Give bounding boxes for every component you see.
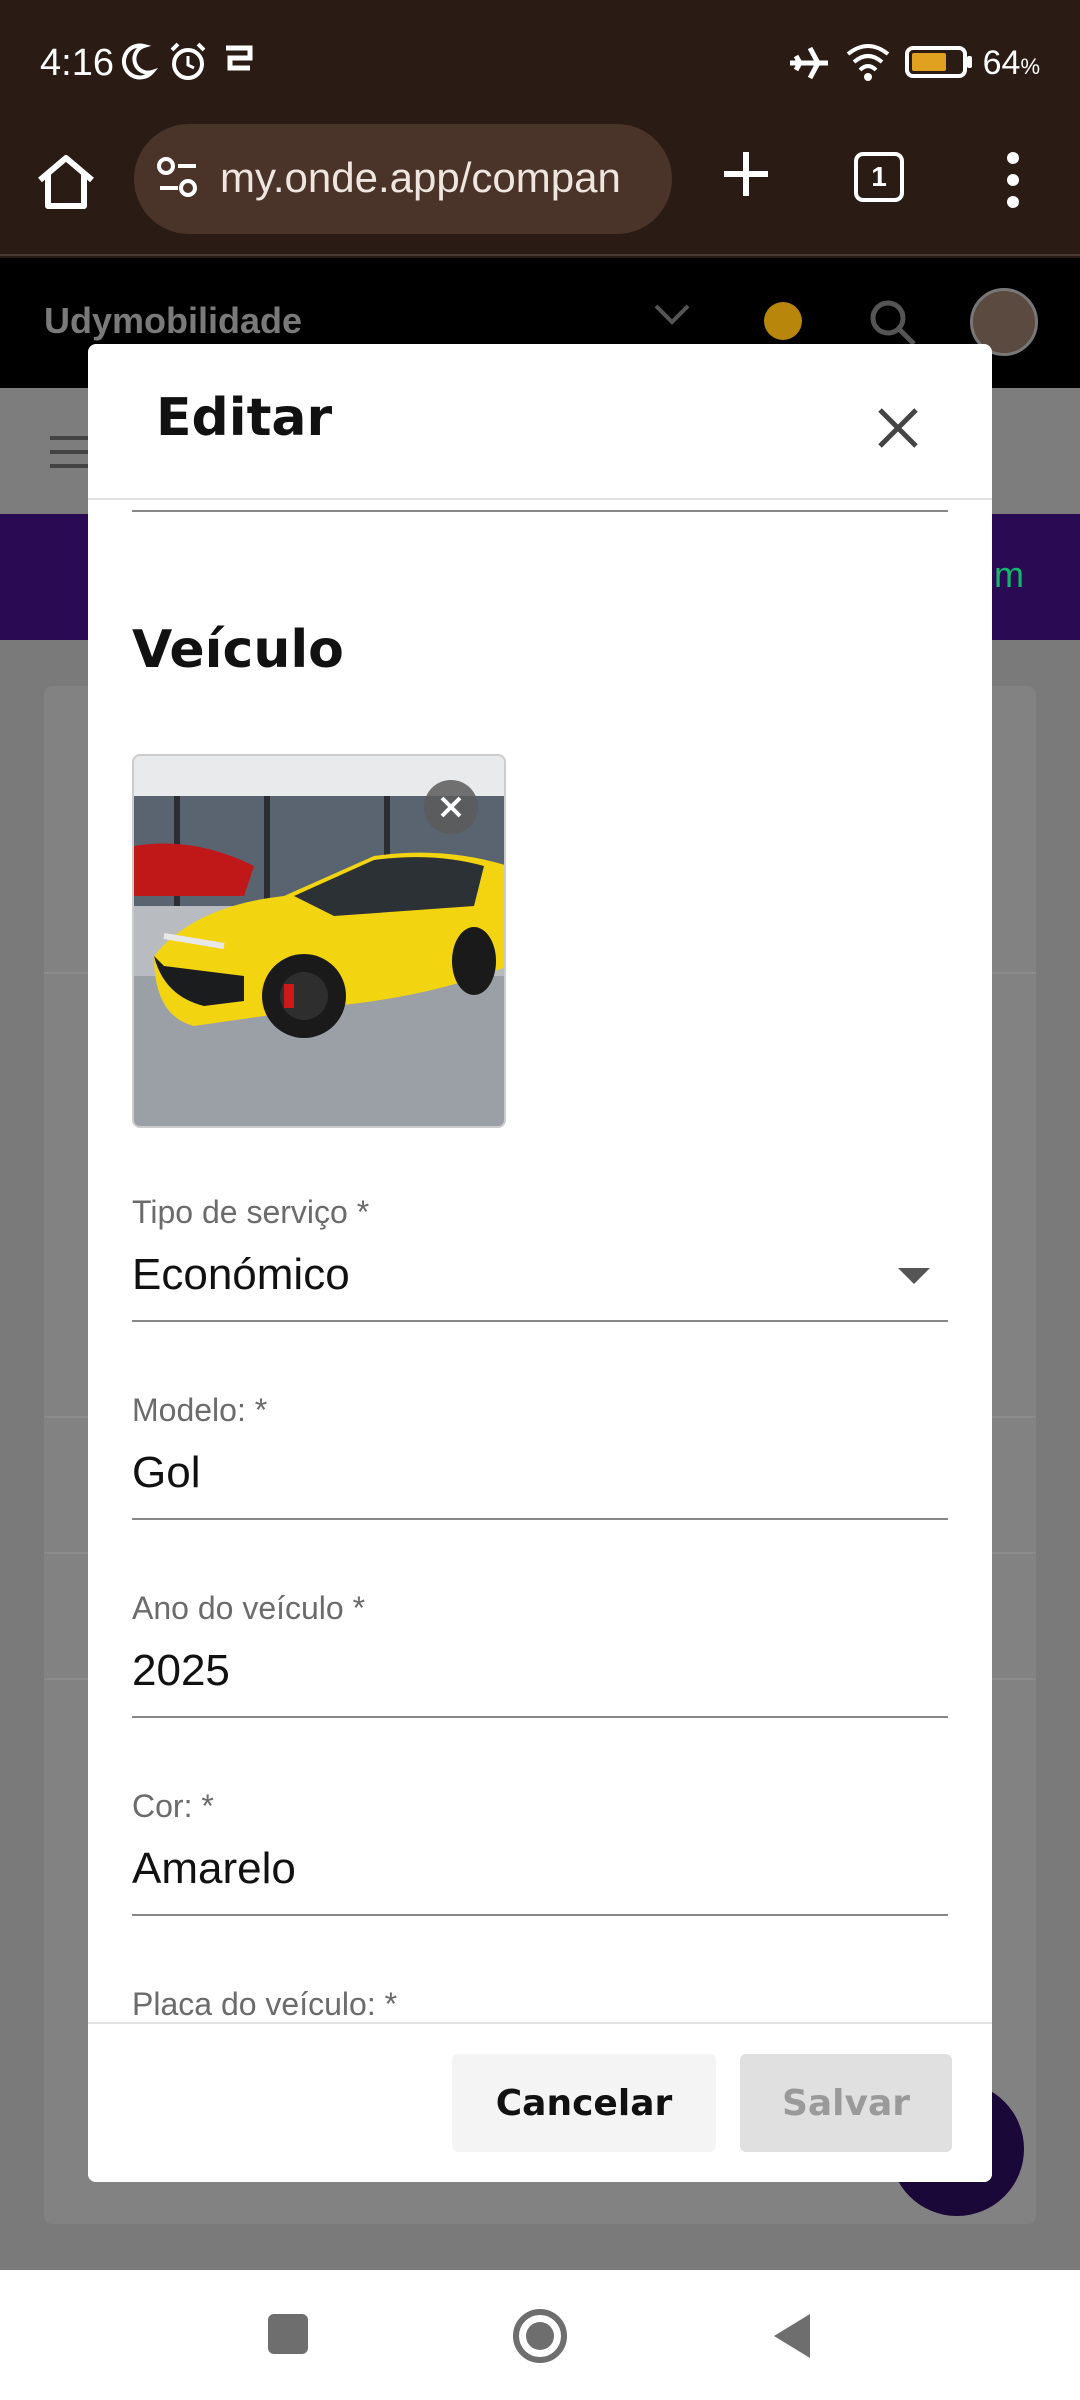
close-icon	[440, 796, 462, 818]
hamburger-menu-icon[interactable]	[50, 434, 90, 470]
battery-percent: 64%	[982, 44, 1040, 82]
field-label: Cor: *	[132, 1788, 214, 1824]
cast-icon	[226, 45, 253, 71]
status-bar: 4:16 64%	[0, 0, 1080, 124]
browser-toolbar: my.onde.app/compan 1	[0, 124, 1080, 256]
tab-switcher-button[interactable]: 1	[854, 152, 904, 202]
search-icon[interactable]	[866, 296, 918, 348]
field-label: Placa do veículo: *	[132, 1986, 398, 2022]
more-menu-icon[interactable]	[998, 148, 1028, 212]
url-text: my.onde.app/compan	[220, 154, 621, 201]
field-underline	[132, 1914, 948, 1916]
field-underline	[132, 1320, 948, 1322]
dropdown-arrow-icon	[898, 1268, 930, 1284]
tab-count: 1	[871, 161, 887, 192]
cancel-button[interactable]: Cancelar	[452, 2054, 716, 2152]
model-input[interactable]: Modelo: * Gol	[132, 1392, 948, 1522]
battery-icon	[905, 46, 972, 78]
service-type-select[interactable]: Tipo de serviço * Económico	[132, 1194, 948, 1324]
chevron-down-icon[interactable]	[652, 298, 692, 328]
close-icon[interactable]	[868, 398, 928, 458]
back-button[interactable]	[770, 2310, 814, 2362]
home-icon[interactable]	[30, 146, 102, 218]
vehicle-year-input[interactable]: Ano do veículo * 2025	[132, 1590, 948, 1720]
field-underline	[132, 1518, 948, 1520]
save-button[interactable]: Salvar	[740, 2054, 952, 2152]
color-input[interactable]: Cor: * Amarelo	[132, 1788, 948, 1918]
alarm-icon	[170, 42, 206, 80]
remove-photo-button[interactable]	[424, 780, 478, 834]
new-tab-icon[interactable]	[714, 142, 778, 206]
company-name[interactable]: Udymobilidade	[44, 300, 302, 342]
field-label: Ano do veículo *	[132, 1590, 366, 1626]
field-value: Económico	[132, 1250, 350, 1299]
dialog-header: Editar	[88, 344, 992, 500]
recents-button[interactable]	[268, 2314, 308, 2354]
field-underline	[132, 1716, 948, 1718]
previous-field-underline	[132, 510, 948, 512]
section-title: Veículo	[132, 620, 344, 680]
airplane-icon	[790, 46, 828, 80]
moon-icon	[121, 43, 158, 80]
field-label: Modelo: *	[132, 1392, 268, 1428]
dialog-title: Editar	[156, 388, 333, 448]
home-button[interactable]	[510, 2306, 570, 2366]
dialog-footer: Cancelar Salvar	[88, 2022, 992, 2182]
field-value: Gol	[132, 1448, 201, 1497]
address-bar[interactable]: my.onde.app/compan	[134, 124, 672, 234]
field-value: Amarelo	[132, 1844, 296, 1893]
banner-text: m	[994, 554, 1024, 595]
site-settings-icon[interactable]	[156, 154, 200, 202]
field-label: Tipo de serviço *	[132, 1194, 370, 1230]
clock-icon[interactable]	[764, 302, 802, 340]
wifi-icon	[846, 44, 890, 81]
system-nav-bar	[0, 2270, 1080, 2400]
status-time: 4:16	[40, 42, 114, 84]
field-value: 2025	[132, 1646, 230, 1695]
dialog-body: Veículo Tipo de serviço * Económico Mode…	[88, 502, 992, 2182]
vehicle-photo	[132, 754, 506, 1128]
edit-dialog: Editar Veículo Tipo de serviço * Económi…	[88, 344, 992, 2182]
